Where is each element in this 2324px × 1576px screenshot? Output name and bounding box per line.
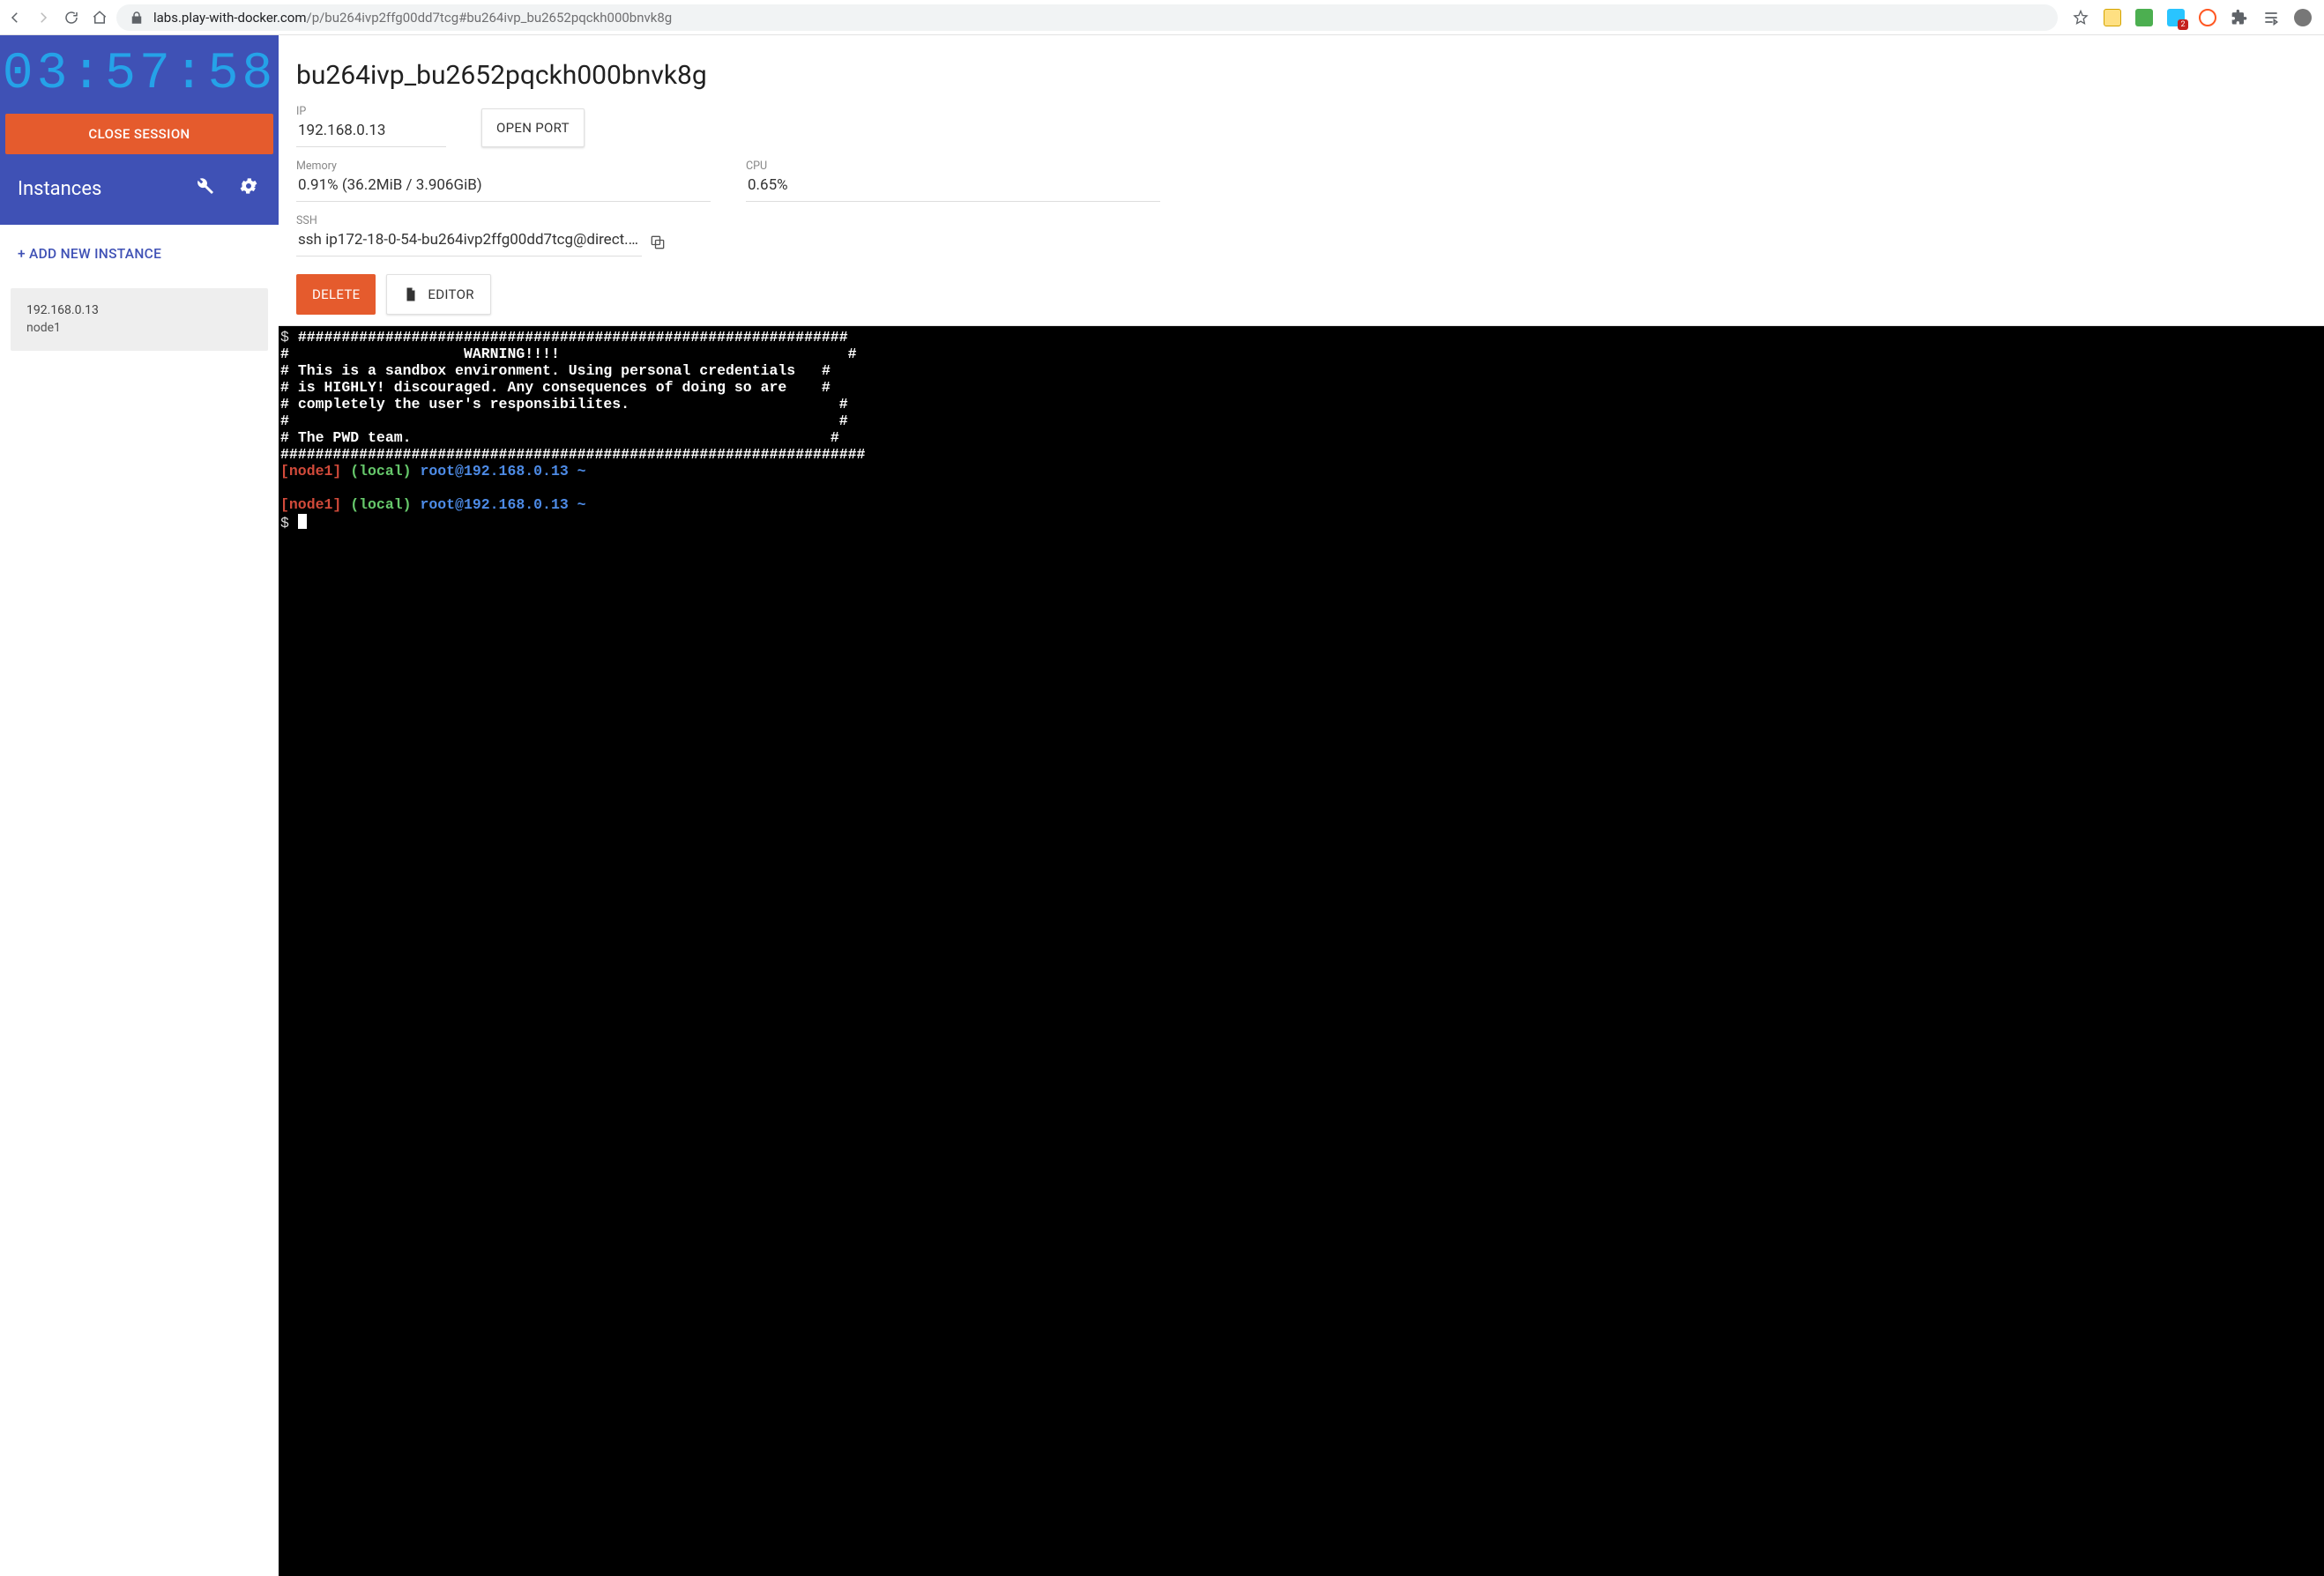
home-icon[interactable]: [92, 10, 108, 26]
ssh-label: SSH: [296, 214, 667, 227]
nav-buttons: [7, 10, 108, 26]
extension-icon[interactable]: [2199, 9, 2216, 26]
ip-value[interactable]: 192.168.0.13: [296, 122, 446, 147]
terminal-cursor: [298, 514, 307, 529]
cpu-label: CPU: [746, 160, 1160, 173]
editor-button[interactable]: EDITOR: [386, 274, 490, 315]
memory-value: 0.91% (36.2MiB / 3.906GiB): [296, 176, 711, 202]
url-text: labs.play-with-docker.com/p/bu264ivp2ffg…: [153, 10, 672, 26]
profile-avatar[interactable]: [2294, 9, 2312, 26]
extensions-puzzle-icon[interactable]: [2231, 9, 2248, 26]
file-icon: [403, 286, 419, 303]
extension-tray: [2067, 9, 2317, 26]
forward-icon[interactable]: [35, 10, 51, 26]
session-countdown: 03:57:58: [0, 35, 279, 108]
browser-chrome: labs.play-with-docker.com/p/bu264ivp2ffg…: [0, 0, 2324, 35]
address-bar[interactable]: labs.play-with-docker.com/p/bu264ivp2ffg…: [116, 4, 2058, 31]
editor-label: EDITOR: [428, 286, 473, 302]
instance-card[interactable]: 192.168.0.13 node1: [11, 288, 268, 351]
main: bu264ivp_bu2652pqckh000bnvk8g IP 192.168…: [279, 35, 2324, 1576]
extension-icon[interactable]: [2104, 9, 2121, 26]
ssh-value[interactable]: ssh ip172-18-0-54-bu264ivp2ffg00dd7tcg@d…: [296, 231, 642, 256]
sidebar: 03:57:58 CLOSE SESSION Instances + ADD N…: [0, 35, 279, 1576]
instances-heading: Instances: [18, 178, 101, 200]
extension-icon[interactable]: [2135, 9, 2153, 26]
memory-label: Memory: [296, 160, 711, 173]
instance-card-name: node1: [26, 320, 252, 338]
instance-title: bu264ivp_bu2652pqckh000bnvk8g: [296, 51, 2306, 105]
reading-list-icon[interactable]: [2262, 9, 2280, 26]
copy-icon[interactable]: [649, 234, 667, 255]
gear-icon[interactable]: [238, 175, 259, 202]
extension-icon[interactable]: [2167, 9, 2185, 26]
open-port-button[interactable]: OPEN PORT: [481, 108, 585, 147]
instance-card-ip: 192.168.0.13: [26, 302, 252, 320]
back-icon[interactable]: [7, 10, 23, 26]
delete-button[interactable]: DELETE: [296, 274, 376, 315]
add-instance-button[interactable]: + ADD NEW INSTANCE: [0, 225, 279, 279]
lock-icon: [129, 10, 145, 26]
wrench-icon[interactable]: [194, 175, 215, 202]
bookmark-star-icon[interactable]: [2072, 9, 2089, 26]
reload-icon[interactable]: [63, 10, 79, 26]
ip-label: IP: [296, 105, 446, 118]
cpu-value: 0.65%: [746, 176, 1160, 202]
terminal[interactable]: $ ######################################…: [279, 326, 2324, 1576]
close-session-button[interactable]: CLOSE SESSION: [5, 114, 273, 154]
